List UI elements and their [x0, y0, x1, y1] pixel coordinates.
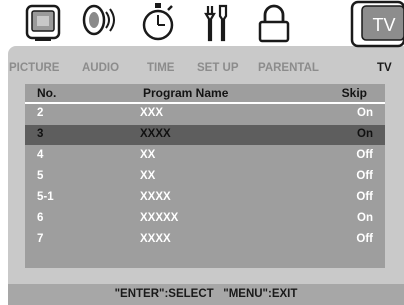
table-row[interactable]: 7 XXXX Off: [25, 230, 385, 250]
program-number: 6: [37, 212, 44, 224]
table-header: No. Program Name Skip: [25, 84, 385, 102]
table-row[interactable]: 4 XX Off: [25, 146, 385, 166]
skip-value[interactable]: Off: [356, 191, 373, 203]
tab-time[interactable]: TIME: [147, 62, 174, 74]
program-name: XXXXX: [140, 212, 179, 224]
table-row[interactable]: 5-1 XXXX Off: [25, 188, 385, 208]
table-row[interactable]: 2 XXX On: [25, 104, 385, 124]
program-name: XXXX: [140, 191, 171, 203]
program-name: XXXX: [140, 233, 171, 245]
tab-picture[interactable]: PICTURE: [9, 62, 59, 74]
program-number: 3: [37, 128, 44, 140]
skip-value[interactable]: Off: [356, 170, 373, 182]
program-number: 5-1: [37, 191, 54, 203]
tools-icon[interactable]: [196, 2, 236, 44]
tv-icon[interactable]: TV: [350, 0, 404, 48]
tab-tv[interactable]: TV: [377, 62, 392, 74]
picture-icon[interactable]: [23, 2, 63, 44]
program-name: XXXX: [140, 128, 171, 140]
program-name: XX: [140, 149, 156, 161]
program-name: XX: [140, 170, 156, 182]
table-row[interactable]: 5 XX Off: [25, 167, 385, 187]
skip-value[interactable]: Off: [356, 149, 373, 161]
menu-tabs: PICTURE AUDIO TIME SET UP PARENTAL TV: [0, 60, 404, 78]
program-number: 5: [37, 170, 44, 182]
program-list: No. Program Name Skip 2 XXX On 3 XXXX On…: [25, 84, 385, 268]
column-header-program-name: Program Name: [143, 86, 229, 100]
program-number: 4: [37, 149, 44, 161]
skip-value[interactable]: On: [357, 128, 373, 140]
column-header-no: No.: [37, 86, 57, 100]
svg-text:TV: TV: [372, 15, 395, 35]
column-header-skip: Skip: [341, 86, 367, 100]
padlock-icon[interactable]: [254, 2, 294, 44]
footer-bar: "ENTER":SELECT "MENU":EXIT: [8, 284, 404, 305]
table-row-selected[interactable]: 3 XXXX On: [25, 125, 385, 145]
table-row[interactable]: 6 XXXXX On: [25, 209, 385, 229]
footer-hint: "ENTER":SELECT "MENU":EXIT: [114, 288, 298, 300]
skip-value[interactable]: On: [357, 107, 373, 119]
program-number: 7: [37, 233, 44, 245]
tab-parental[interactable]: PARENTAL: [258, 62, 319, 74]
tab-setup[interactable]: SET UP: [197, 62, 239, 74]
audio-speaker-icon[interactable]: [78, 2, 118, 44]
stopwatch-icon[interactable]: [138, 2, 178, 44]
skip-value[interactable]: Off: [356, 233, 373, 245]
skip-value[interactable]: On: [357, 212, 373, 224]
program-number: 2: [37, 107, 44, 119]
tab-audio[interactable]: AUDIO: [82, 62, 119, 74]
program-name: XXX: [140, 107, 164, 119]
menu-icon-row: TV: [0, 0, 404, 62]
